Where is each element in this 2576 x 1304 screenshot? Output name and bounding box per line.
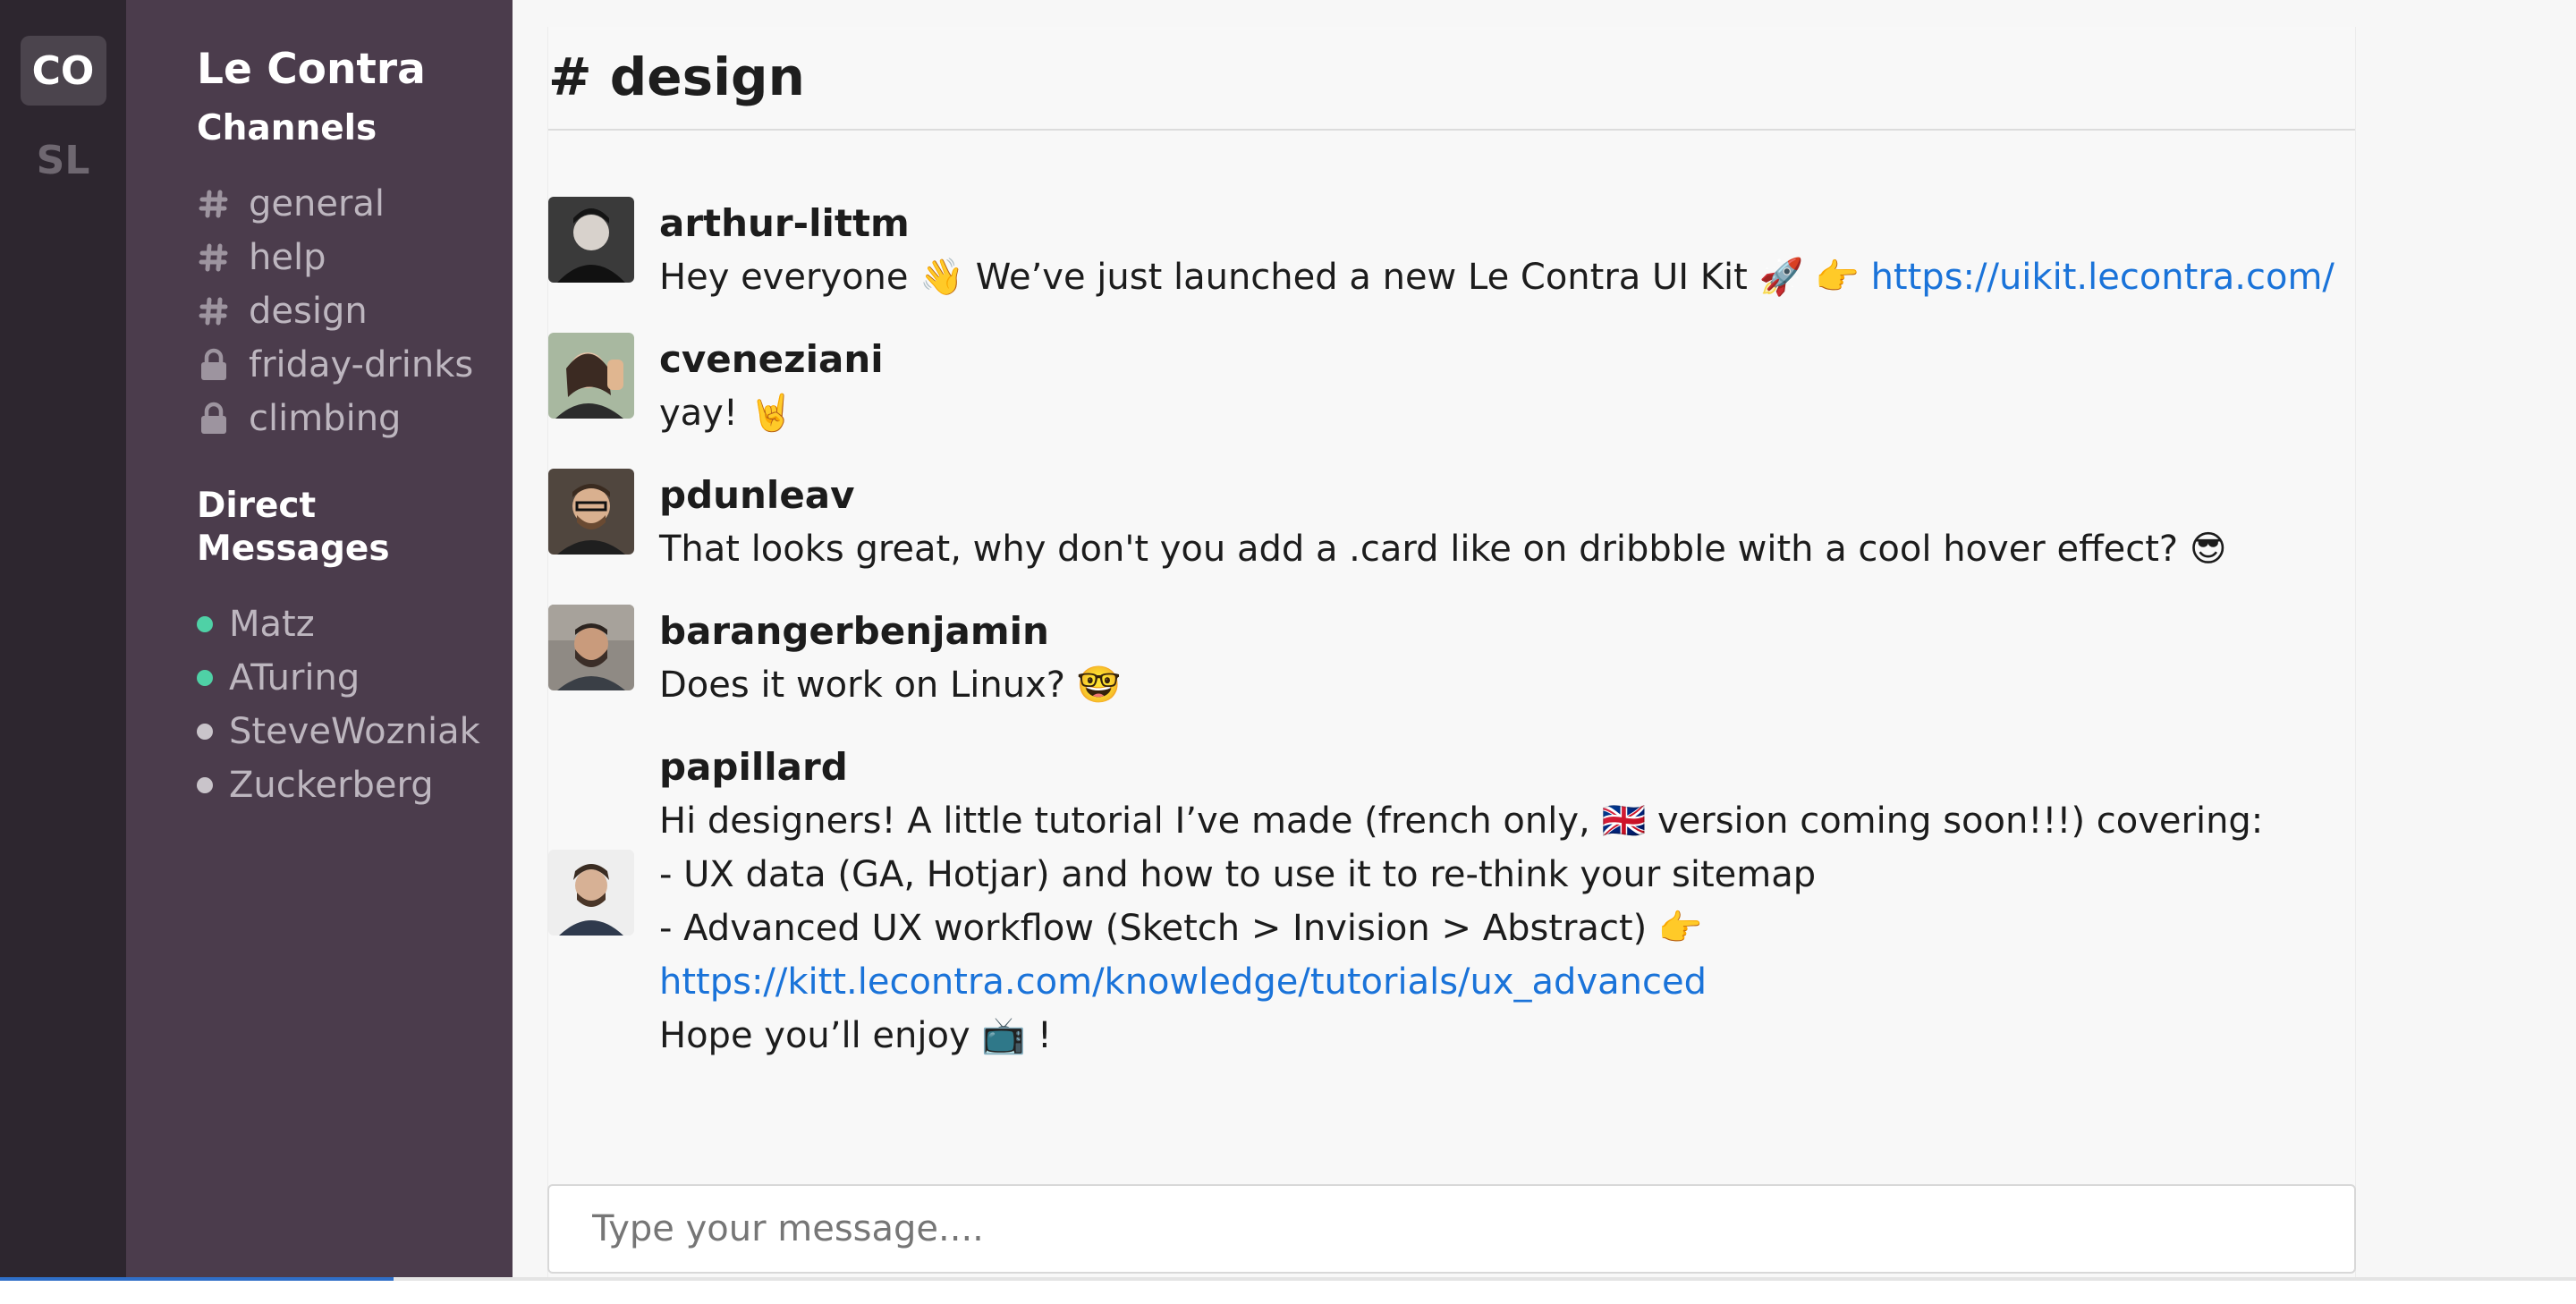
hashtag-icon	[197, 240, 231, 275]
sidebar-item-stevewozniak[interactable]: SteveWozniak	[197, 705, 513, 758]
sidebar: Le Contra Channels general help design f…	[126, 0, 513, 1277]
bottom-edge	[0, 1277, 2576, 1304]
dm-label: Zuckerberg	[229, 765, 434, 806]
channel-label: general	[249, 183, 386, 224]
message-author[interactable]: barangerbenjamin	[659, 605, 2341, 658]
message-author[interactable]: pdunleav	[659, 469, 2341, 522]
avatar[interactable]	[548, 605, 634, 690]
main-area: # design arthur-littm Hey everyone 👋 We’…	[513, 0, 2576, 1277]
message-text: Does it work on Linux? 🤓	[659, 665, 1122, 706]
message-body: papillard Hi designers! A little tutoria…	[659, 741, 2341, 1063]
chat-app: CO SL Le Contra Channels general help de…	[0, 0, 2576, 1277]
avatar[interactable]	[548, 469, 634, 555]
message-text: yay! 🤘	[659, 393, 794, 434]
direct-messages-heading: Direct Messages	[197, 486, 390, 569]
sidebar-item-general[interactable]: general	[197, 177, 513, 231]
message-text: Hope you’ll enjoy 📺 !	[659, 1015, 1052, 1056]
message-input[interactable]	[547, 1184, 2356, 1274]
message-author[interactable]: papillard	[659, 741, 2341, 794]
message-body: barangerbenjamin Does it work on Linux? …	[659, 605, 2341, 712]
online-status-icon	[197, 670, 213, 686]
avatar[interactable]	[548, 850, 634, 936]
message-text: Hi designers! A little tutorial I’ve mad…	[659, 800, 2264, 842]
channel-header: # design	[548, 27, 2355, 131]
message-text: Hey everyone 👋 We’ve just launched a new…	[659, 250, 2341, 304]
message-author[interactable]: arthur-littm	[659, 197, 2341, 250]
channels-heading: Channels	[197, 108, 377, 148]
channel-label: design	[249, 291, 368, 332]
avatar[interactable]	[548, 333, 634, 419]
message-text: https://kitt.lecontra.com/knowledge/tuto…	[659, 955, 2341, 1009]
channel-title: # design	[548, 47, 805, 107]
online-status-icon	[197, 616, 213, 632]
workspace-co-button[interactable]: CO	[20, 36, 106, 106]
message-text: - UX data (GA, Hotjar) and how to use it…	[659, 854, 1817, 895]
sidebar-item-climbing[interactable]: climbing	[197, 392, 513, 445]
channel-label: climbing	[249, 398, 402, 439]
dm-label: ATuring	[229, 657, 360, 699]
message-body: pdunleav That looks great, why don't you…	[659, 469, 2341, 576]
bottom-accent-bar	[0, 1277, 394, 1281]
lock-icon	[197, 347, 231, 383]
dm-list: Matz ATuring SteveWozniak Zuckerberg	[197, 597, 513, 812]
hashtag-icon	[197, 293, 231, 329]
channel-label: friday-drinks	[249, 344, 474, 385]
hashtag-icon	[197, 186, 231, 222]
message-author[interactable]: cveneziani	[659, 333, 2341, 386]
team-name: Le Contra	[197, 45, 426, 94]
message-text: That looks great, why don't you add a .c…	[659, 529, 2227, 570]
sidebar-item-zuckerberg[interactable]: Zuckerberg	[197, 758, 513, 812]
message-text: - Advanced UX workflow (Sketch > Invisio…	[659, 908, 1703, 949]
workspace-rail: CO SL	[0, 0, 126, 1277]
offline-status-icon	[197, 777, 213, 793]
channel-list: general help design friday-drinks climbi…	[197, 177, 513, 445]
channel-panel: # design arthur-littm Hey everyone 👋 We’…	[547, 27, 2356, 1277]
dm-label: SteveWozniak	[229, 711, 480, 752]
sidebar-item-matz[interactable]: Matz	[197, 597, 513, 651]
message-body: arthur-littm Hey everyone 👋 We’ve just l…	[659, 197, 2341, 304]
lock-icon	[197, 401, 231, 436]
avatar[interactable]	[548, 197, 634, 283]
workspace-sl-button[interactable]: SL	[21, 125, 106, 195]
sidebar-item-aturing[interactable]: ATuring	[197, 651, 513, 705]
message-body: cveneziani yay! 🤘	[659, 333, 2341, 440]
message-text-segment: Hey everyone 👋 We’ve just launched a new…	[659, 257, 1871, 298]
message-link[interactable]: https://kitt.lecontra.com/knowledge/tuto…	[659, 961, 1707, 1003]
channel-label: help	[249, 237, 326, 278]
offline-status-icon	[197, 724, 213, 740]
sidebar-item-help[interactable]: help	[197, 231, 513, 284]
sidebar-item-friday-drinks[interactable]: friday-drinks	[197, 338, 513, 392]
sidebar-item-design[interactable]: design	[197, 284, 513, 338]
message-link[interactable]: https://uikit.lecontra.com/	[1871, 257, 2334, 298]
dm-label: Matz	[229, 604, 315, 645]
